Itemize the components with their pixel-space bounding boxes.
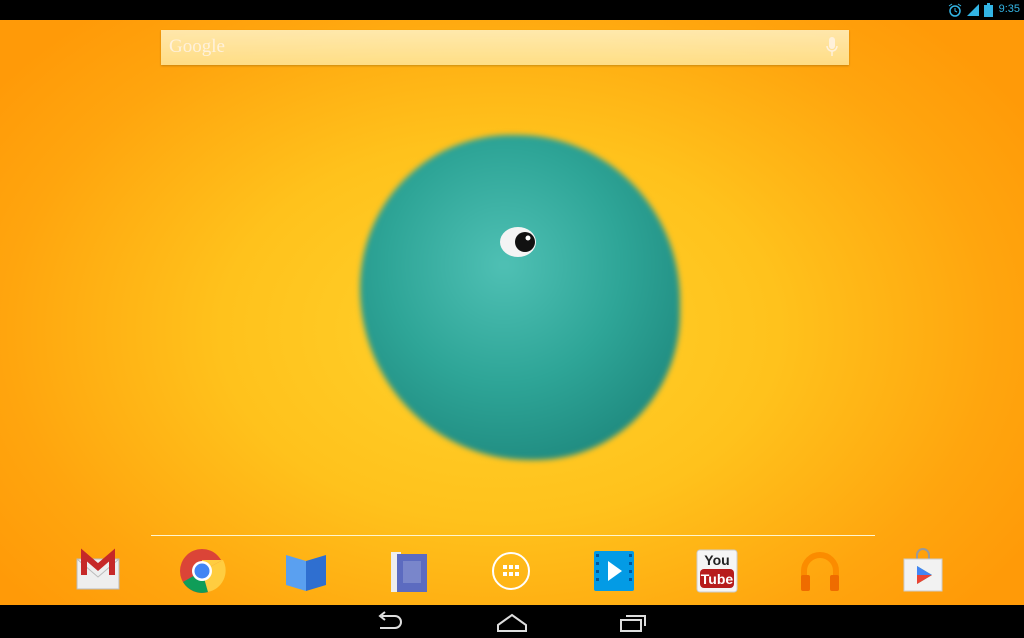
dock-play-music[interactable] — [796, 547, 844, 595]
fuzzy-monster-wallpaper — [360, 135, 680, 460]
monster-eye — [500, 227, 536, 257]
dock-all-apps[interactable] — [487, 547, 535, 595]
dock-play-books[interactable] — [282, 547, 330, 595]
dock-youtube[interactable]: You Tube — [693, 547, 741, 595]
clock: 9:35 — [998, 3, 1020, 15]
signal-icon — [967, 4, 979, 16]
mic-icon[interactable] — [825, 36, 839, 58]
status-bar: 9:35 — [0, 0, 1024, 20]
google-search-bar[interactable]: Google — [161, 30, 849, 65]
back-button[interactable] — [372, 611, 406, 633]
music-icon — [801, 552, 839, 591]
recents-button[interactable] — [616, 611, 650, 633]
youtube-tube-text: Tube — [701, 571, 734, 587]
home-button[interactable] — [495, 611, 529, 633]
dock-play-movies[interactable] — [590, 547, 638, 595]
app-drawer-icon — [492, 552, 530, 590]
battery-icon — [984, 3, 993, 17]
navigation-bar — [0, 605, 1024, 638]
youtube-icon: You Tube — [696, 549, 738, 593]
chrome-icon — [180, 549, 226, 593]
dock-chrome[interactable] — [178, 547, 226, 595]
youtube-you-text: You — [704, 552, 729, 568]
dock-play-store[interactable] — [899, 547, 947, 595]
gmail-icon — [76, 548, 120, 590]
play-store-icon — [903, 548, 943, 592]
magazines-icon — [391, 552, 427, 592]
dock-gmail[interactable] — [74, 547, 122, 595]
dock-play-magazines[interactable] — [385, 547, 433, 595]
books-icon — [286, 555, 326, 591]
alarm-icon — [948, 3, 962, 17]
movies-icon — [594, 551, 634, 591]
dock-divider — [151, 535, 875, 536]
google-logo: Google — [169, 36, 225, 57]
